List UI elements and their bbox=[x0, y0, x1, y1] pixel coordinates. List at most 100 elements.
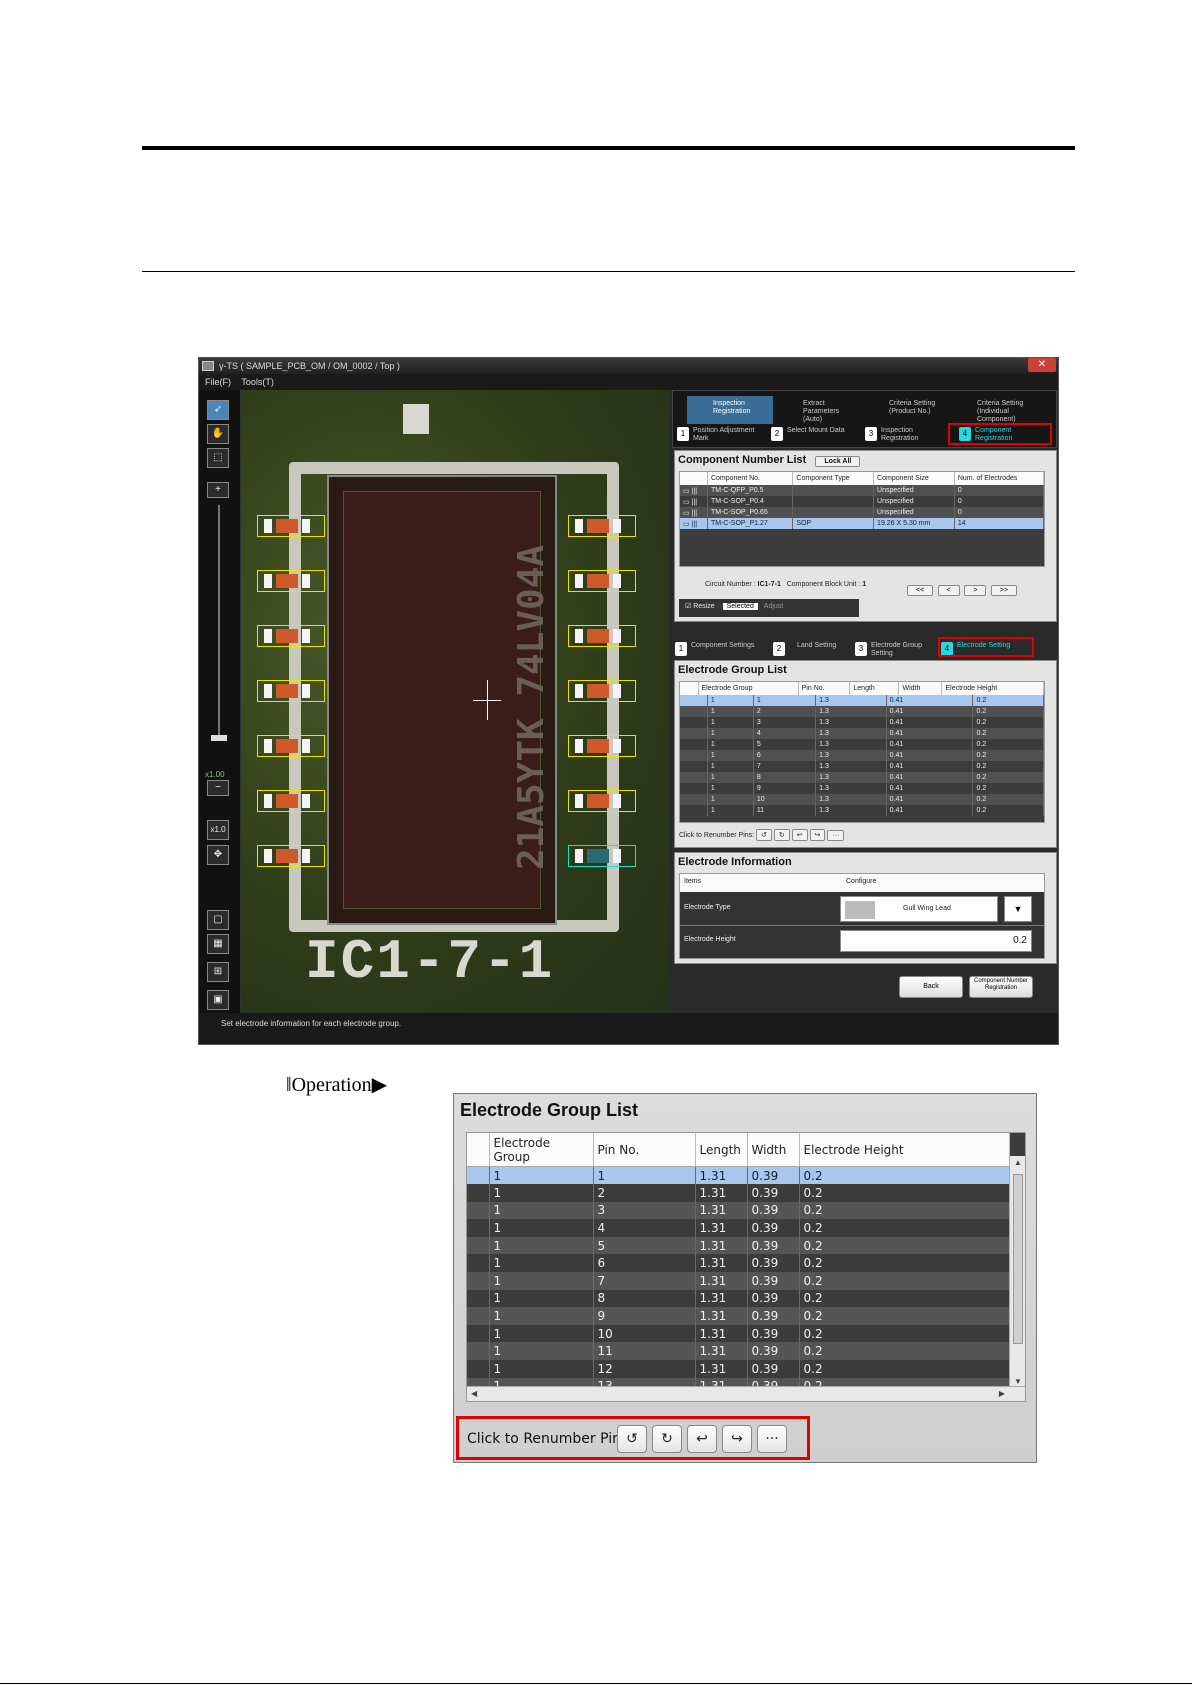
col-length[interactable]: Length bbox=[695, 1133, 748, 1167]
col-component-no[interactable]: Component No. bbox=[707, 472, 794, 485]
area-select-button[interactable]: ⬚ bbox=[207, 448, 229, 468]
substep-electrode-group-setting[interactable]: 3 Electrode Group Setting bbox=[855, 642, 941, 658]
pin-pad[interactable] bbox=[257, 515, 325, 537]
pin-pad[interactable] bbox=[568, 570, 636, 592]
table-row[interactable]: 1 6 1.31 0.39 0.2 bbox=[467, 1254, 1010, 1273]
col-pin-no[interactable]: Pin No. bbox=[798, 682, 851, 695]
table-row[interactable]: 1 11 1.3 0.41 0.2 bbox=[680, 805, 1044, 816]
zoom-electrode-grid[interactable]: Electrode Group Pin No. Length Width Ele… bbox=[466, 1132, 1026, 1402]
table-row[interactable]: 1 4 1.31 0.39 0.2 bbox=[467, 1219, 1010, 1237]
nav-next-button[interactable]: > bbox=[964, 585, 987, 596]
zoom-reset-button[interactable]: x1.0 bbox=[207, 820, 229, 840]
rotate-ccw-button-small[interactable]: ↺ bbox=[756, 829, 772, 841]
table-row[interactable]: 1 10 1.3 0.41 0.2 bbox=[680, 794, 1044, 805]
lock-cell[interactable]: ▭ ||| bbox=[680, 485, 708, 496]
col-electrode-group[interactable]: Electrode Group bbox=[489, 1133, 594, 1167]
pointer-tool-button[interactable]: ➶ bbox=[207, 400, 229, 420]
zoom-in-button[interactable]: + bbox=[207, 482, 229, 498]
scroll-right-icon[interactable]: ▶ bbox=[999, 1389, 1005, 1398]
pan-tool-button[interactable]: ✋ bbox=[207, 424, 229, 444]
col-electrode-height[interactable]: Electrode Height bbox=[941, 682, 1044, 695]
table-row[interactable]: 1 10 1.31 0.39 0.2 bbox=[467, 1324, 1010, 1343]
electrode-group-grid[interactable]: Electrode Group Pin No. Length Width Ele… bbox=[679, 681, 1045, 823]
table-row[interactable]: 1 2 1.31 0.39 0.2 bbox=[467, 1184, 1010, 1202]
dropdown-button[interactable]: ▼ bbox=[1004, 896, 1032, 922]
col-electrode-group[interactable]: Electrode Group bbox=[698, 682, 799, 695]
lock-cell[interactable]: ▭ ||| bbox=[680, 518, 708, 529]
pin-pad[interactable] bbox=[568, 680, 636, 702]
adjust-button[interactable]: Adjust bbox=[764, 603, 783, 610]
pin-pad[interactable] bbox=[257, 570, 325, 592]
col-component-type[interactable]: Component Type bbox=[792, 472, 875, 485]
zoom-slider[interactable] bbox=[218, 505, 220, 735]
zoom-slider-thumb[interactable] bbox=[211, 735, 227, 741]
close-button[interactable]: ✕ bbox=[1028, 358, 1056, 372]
return-left-button[interactable]: ↩ bbox=[687, 1425, 717, 1453]
substep-inspection-registration[interactable]: 3 Inspection Registration bbox=[865, 427, 951, 443]
pin-pad[interactable] bbox=[257, 845, 325, 867]
table-row[interactable]: 1 6 1.3 0.41 0.2 bbox=[680, 750, 1044, 761]
substep-select-mount-data[interactable]: 2 Select Mount Data bbox=[771, 427, 857, 441]
table-row[interactable]: 1 7 1.31 0.39 0.2 bbox=[467, 1272, 1010, 1290]
table-row[interactable]: 1 5 1.3 0.41 0.2 bbox=[680, 739, 1044, 750]
scroll-left-icon[interactable]: ◀ bbox=[471, 1389, 477, 1398]
menu-file[interactable]: File(F) bbox=[205, 377, 231, 387]
horizontal-scrollbar[interactable]: ◀ ▶ bbox=[467, 1386, 1025, 1401]
pin-pad[interactable] bbox=[257, 735, 325, 757]
panel-button[interactable]: ▣ bbox=[207, 990, 229, 1010]
rotate-cw-button-small[interactable]: ↻ bbox=[773, 829, 790, 841]
layout-button[interactable]: ⊞ bbox=[207, 962, 229, 982]
lock-all-button[interactable]: Lock All bbox=[815, 456, 861, 467]
lock-cell[interactable]: ▭ ||| bbox=[680, 507, 708, 518]
substep-land-setting[interactable]: 2 Land Setting bbox=[773, 642, 859, 656]
col-pin-no[interactable]: Pin No. bbox=[593, 1133, 696, 1167]
pin-pad-selected[interactable] bbox=[568, 845, 636, 867]
fit-view-button[interactable]: ✥ bbox=[207, 845, 229, 865]
return-right-button-small[interactable]: ↪ bbox=[809, 829, 826, 841]
back-button[interactable]: Back bbox=[899, 976, 963, 998]
zoom-out-button[interactable]: − bbox=[207, 780, 229, 796]
rotate-cw-button[interactable]: ↻ bbox=[652, 1425, 682, 1453]
table-row[interactable]: 1 1 1.3 0.41 0.2 bbox=[680, 695, 1044, 706]
scrollbar-thumb[interactable] bbox=[1013, 1174, 1023, 1344]
menu-tools[interactable]: Tools(T) bbox=[241, 377, 274, 387]
pin-pad[interactable] bbox=[568, 625, 636, 647]
electrode-height-input[interactable]: 0.2 bbox=[840, 930, 1032, 952]
pin-pad[interactable] bbox=[568, 735, 636, 757]
view-toggle-button[interactable]: ▢ bbox=[207, 910, 229, 930]
rotate-ccw-button[interactable]: ↺ bbox=[617, 1425, 647, 1453]
substep-component-settings[interactable]: 1 Component Settings bbox=[675, 642, 775, 656]
component-registration-button[interactable]: Component Number Registration bbox=[969, 976, 1033, 998]
resize-select[interactable]: Selected bbox=[722, 603, 758, 610]
step-extract-parameters[interactable]: Extract Parameters (Auto) bbox=[777, 396, 859, 424]
vertical-scrollbar[interactable]: ▲ ▼ bbox=[1009, 1156, 1025, 1388]
col-width[interactable]: Width bbox=[898, 682, 943, 695]
table-row[interactable]: 1 5 1.31 0.39 0.2 bbox=[467, 1236, 1010, 1255]
component-grid[interactable]: Component No. Component Type Component S… bbox=[679, 471, 1045, 567]
col-width[interactable]: Width bbox=[747, 1133, 800, 1167]
electrode-rows[interactable]: 1 1 1.3 0.41 0.2 1 2 1.3 0.41 0.2 1 3 1.3 0.41 0.2 1 4 1.… bbox=[680, 695, 1044, 816]
zoom-table[interactable]: Electrode Group Pin No. Length Width Ele… bbox=[467, 1133, 1010, 1396]
table-row[interactable]: 1 3 1.31 0.39 0.2 bbox=[467, 1201, 1010, 1220]
table-row[interactable]: 1 12 1.31 0.39 0.2 bbox=[467, 1360, 1010, 1378]
return-left-button-small[interactable]: ↩ bbox=[791, 829, 808, 841]
table-row[interactable]: 1 1 1.31 0.39 0.2 bbox=[467, 1166, 1010, 1185]
pin-pad[interactable] bbox=[568, 515, 636, 537]
return-right-button[interactable]: ↪ bbox=[722, 1425, 752, 1453]
nav-prev-button[interactable]: < bbox=[937, 585, 960, 596]
table-row[interactable]: 1 2 1.3 0.41 0.2 bbox=[680, 706, 1044, 717]
col-electrode-height[interactable]: Electrode Height bbox=[799, 1133, 1010, 1167]
step-criteria-individual[interactable]: Criteria Setting (Individual Component) bbox=[951, 396, 1049, 424]
col-num-electrodes[interactable]: Num. of Electrodes bbox=[954, 472, 1044, 485]
pin-pad[interactable] bbox=[257, 625, 325, 647]
table-row[interactable]: 1 9 1.3 0.41 0.2 bbox=[680, 783, 1044, 794]
pcb-image-view[interactable]: 21A5YTK 74LV04A IC1-7-1 bbox=[241, 390, 669, 1013]
more-button-small[interactable]: ··· bbox=[827, 830, 845, 841]
table-row[interactable]: 1 8 1.3 0.41 0.2 bbox=[680, 772, 1044, 783]
electrode-type-select[interactable]: Gull Wing Lead bbox=[840, 896, 998, 922]
pin-pad[interactable] bbox=[568, 790, 636, 812]
table-row[interactable]: 1 7 1.3 0.41 0.2 bbox=[680, 761, 1044, 772]
lock-cell[interactable]: ▭ ||| bbox=[680, 496, 708, 507]
step-criteria-product[interactable]: Criteria Setting (Product No.) bbox=[863, 396, 945, 424]
col-length[interactable]: Length bbox=[849, 682, 900, 695]
